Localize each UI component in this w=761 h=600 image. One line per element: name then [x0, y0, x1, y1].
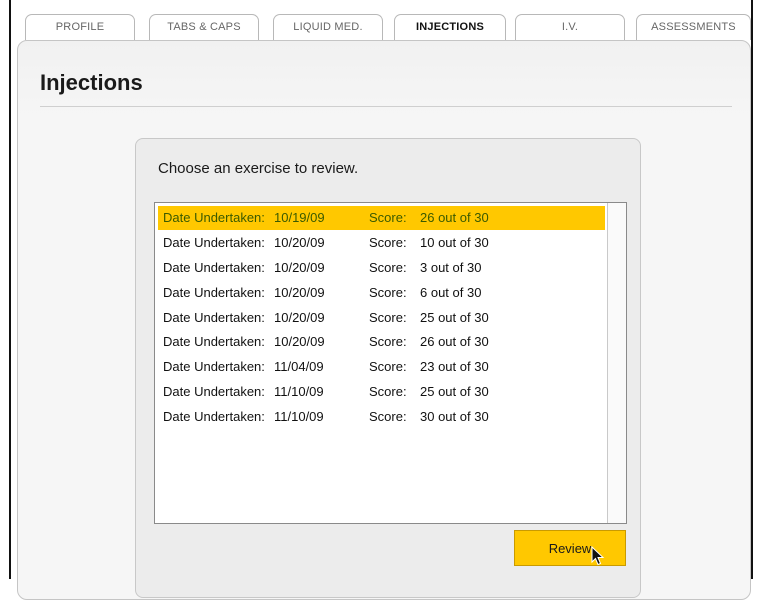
page-title: Injections [40, 70, 143, 95]
window-frame-left [0, 0, 11, 579]
score-label: Score: [369, 384, 407, 399]
list-item[interactable]: Date Undertaken: 11/04/09 Score: 23 out … [158, 355, 605, 379]
list-item[interactable]: Date Undertaken: 11/10/09 Score: 25 out … [158, 380, 605, 404]
tab-assessments[interactable]: ASSESSMENTS [636, 14, 751, 40]
score-label: Score: [369, 359, 407, 374]
score-label: Score: [369, 409, 407, 424]
date-value: 10/20/09 [274, 310, 325, 325]
score-value: 26 out of 30 [420, 210, 489, 225]
list-item[interactable]: Date Undertaken: 10/19/09 Score: 26 out … [158, 206, 605, 230]
score-label: Score: [369, 285, 407, 300]
score-label: Score: [369, 334, 407, 349]
date-value: 10/20/09 [274, 285, 325, 300]
tab-iv[interactable]: I.V. [515, 14, 625, 40]
score-value: 6 out of 30 [420, 285, 482, 300]
date-value: 10/20/09 [274, 260, 325, 275]
exercise-list[interactable]: Date Undertaken: 10/19/09 Score: 26 out … [154, 202, 627, 524]
window-frame-right [751, 0, 761, 579]
score-value: 26 out of 30 [420, 334, 489, 349]
score-value: 30 out of 30 [420, 409, 489, 424]
date-value: 11/10/09 [274, 409, 324, 424]
list-item[interactable]: Date Undertaken: 11/10/09 Score: 30 out … [158, 405, 605, 429]
date-label: Date Undertaken: [163, 409, 265, 424]
score-value: 25 out of 30 [420, 384, 489, 399]
date-value: 11/10/09 [274, 384, 324, 399]
card-prompt: Choose an exercise to review. [158, 160, 359, 177]
date-label: Date Undertaken: [163, 260, 265, 275]
tab-injections[interactable]: INJECTIONS [394, 14, 506, 40]
date-value: 10/19/09 [274, 210, 325, 225]
mouse-pointer-icon [591, 546, 605, 566]
tab-profile[interactable]: PROFILE [25, 14, 135, 40]
score-value: 25 out of 30 [420, 310, 489, 325]
review-button[interactable]: Review [514, 530, 626, 566]
date-label: Date Undertaken: [163, 285, 265, 300]
tab-bar: PROFILE TABS & CAPS LIQUID MED. INJECTIO… [11, 0, 751, 40]
score-value: 23 out of 30 [420, 359, 489, 374]
score-value: 10 out of 30 [420, 235, 489, 250]
list-item[interactable]: Date Undertaken: 10/20/09 Score: 3 out o… [158, 256, 605, 280]
list-item[interactable]: Date Undertaken: 10/20/09 Score: 26 out … [158, 330, 605, 354]
date-value: 10/20/09 [274, 334, 325, 349]
date-label: Date Undertaken: [163, 384, 265, 399]
date-label: Date Undertaken: [163, 359, 265, 374]
date-label: Date Undertaken: [163, 235, 265, 250]
date-value: 10/20/09 [274, 235, 325, 250]
list-item[interactable]: Date Undertaken: 10/20/09 Score: 6 out o… [158, 281, 605, 305]
score-value: 3 out of 30 [420, 260, 482, 275]
score-label: Score: [369, 235, 407, 250]
score-label: Score: [369, 260, 407, 275]
date-label: Date Undertaken: [163, 210, 265, 225]
tab-liquid-med[interactable]: LIQUID MED. [273, 14, 383, 40]
list-item[interactable]: Date Undertaken: 10/20/09 Score: 10 out … [158, 231, 605, 255]
date-label: Date Undertaken: [163, 334, 265, 349]
date-value: 11/04/09 [274, 359, 324, 374]
title-divider [40, 106, 732, 107]
list-item[interactable]: Date Undertaken: 10/20/09 Score: 25 out … [158, 306, 605, 330]
score-label: Score: [369, 210, 407, 225]
score-label: Score: [369, 310, 407, 325]
list-scrollbar[interactable] [607, 203, 626, 523]
tab-tabs-caps[interactable]: TABS & CAPS [149, 14, 259, 40]
date-label: Date Undertaken: [163, 310, 265, 325]
